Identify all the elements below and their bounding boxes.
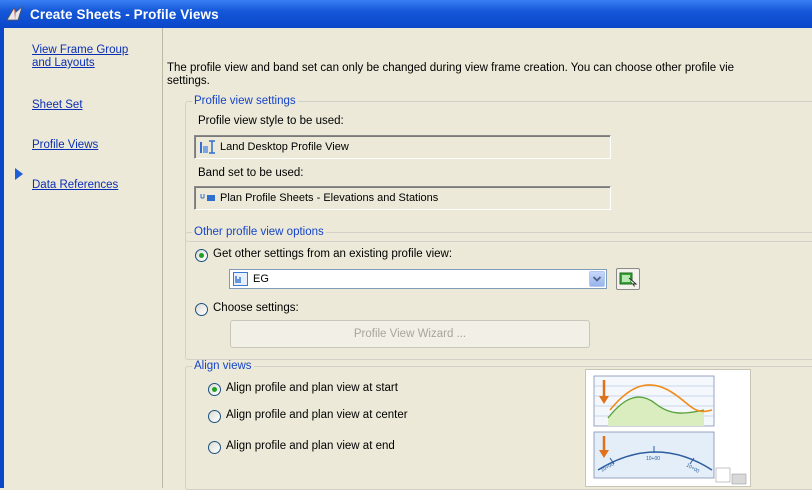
sidebar-item-sheet-set[interactable]: Sheet Set — [32, 99, 83, 112]
chevron-down-icon[interactable] — [589, 271, 605, 287]
align-center-label[interactable]: Align profile and plan view at center — [226, 409, 408, 421]
current-step-arrow-icon — [15, 168, 23, 180]
align-start-label[interactable]: Align profile and plan view at start — [226, 382, 398, 394]
sidebar-item-profile-views[interactable]: Profile Views — [32, 139, 98, 152]
profile-view-style-value: Land Desktop Profile View — [220, 141, 349, 153]
profile-view-style-field: Land Desktop Profile View — [194, 135, 611, 159]
other-options-legend: Other profile view options — [192, 226, 326, 238]
alignment-preview-graphic: 10+00 10+00 10+00 — [593, 375, 747, 485]
civil3d-app-icon — [6, 5, 24, 22]
align-end-radio[interactable] — [208, 441, 221, 454]
existing-profile-view-radio[interactable] — [195, 249, 208, 262]
band-set-field: Plan Profile Sheets - Elevations and Sta… — [194, 186, 611, 210]
profile-view-icon — [233, 272, 248, 286]
pick-in-drawing-icon — [619, 272, 637, 287]
align-center-radio[interactable] — [208, 410, 221, 423]
choose-settings-label[interactable]: Choose settings: — [213, 302, 299, 314]
sidebar-item-data-references[interactable]: Data References — [32, 179, 118, 192]
profile-view-wizard-button[interactable]: Profile View Wizard ... — [230, 320, 590, 348]
align-start-radio[interactable] — [208, 383, 221, 396]
profile-view-style-icon — [200, 140, 216, 154]
existing-profile-view-value: EG — [253, 273, 269, 285]
existing-profile-view-label[interactable]: Get other settings from an existing prof… — [213, 248, 452, 260]
sidebar: View Frame Group and Layouts Sheet Set P… — [4, 28, 163, 488]
window-title: Create Sheets - Profile Views — [30, 6, 219, 22]
align-views-legend: Align views — [192, 360, 254, 372]
main-panel: The profile view and band set can only b… — [163, 28, 812, 490]
align-end-label[interactable]: Align profile and plan view at end — [226, 440, 395, 452]
profile-view-settings-legend: Profile view settings — [192, 95, 298, 107]
pick-profile-view-button[interactable] — [616, 268, 640, 290]
choose-settings-radio[interactable] — [195, 303, 208, 316]
band-set-value: Plan Profile Sheets - Elevations and Sta… — [220, 192, 439, 204]
title-bar[interactable]: Create Sheets - Profile Views — [0, 0, 812, 28]
sidebar-item-view-frame-group[interactable]: View Frame Group and Layouts — [32, 44, 128, 70]
intro-text: The profile view and band set can only b… — [167, 62, 735, 87]
alignment-preview-image: 10+00 10+00 10+00 — [585, 369, 751, 487]
band-set-icon — [200, 192, 216, 204]
style-label: Profile view style to be used: — [198, 115, 344, 127]
preview-station-center: 10+00 — [646, 456, 660, 462]
band-label: Band set to be used: — [198, 167, 304, 179]
existing-profile-view-select[interactable]: EG — [229, 269, 607, 289]
